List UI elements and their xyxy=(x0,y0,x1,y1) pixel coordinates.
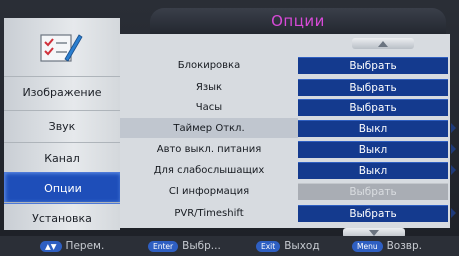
option-row-ci-info: CI информация Выбрать xyxy=(120,181,450,201)
option-row-clock[interactable]: Часы Выбрать xyxy=(120,97,450,117)
option-value: Выбрать xyxy=(298,183,448,200)
hint-label: Выбр... xyxy=(182,240,221,252)
option-label: Язык xyxy=(195,81,223,93)
option-label: Блокировка xyxy=(177,59,241,71)
sidebar-item-label: Изображение xyxy=(22,85,102,99)
option-row-language[interactable]: Язык Выбрать xyxy=(120,77,450,97)
enter-key: Enter xyxy=(148,240,179,252)
option-label: Для слабослышащих xyxy=(153,164,265,176)
chevron-up-icon xyxy=(378,40,388,47)
option-label: PVR/Timeshift xyxy=(174,207,244,219)
menu-key: Menu xyxy=(352,240,383,252)
option-row-auto-power-off[interactable]: Авто выкл. питания Выкл xyxy=(120,139,456,159)
option-value[interactable]: Выкл xyxy=(298,120,448,137)
option-value[interactable]: Выбрать xyxy=(298,205,448,222)
option-label: Таймер Откл. xyxy=(120,118,298,138)
sidebar-item-label: Опции xyxy=(44,181,82,195)
arrow-right-icon xyxy=(451,208,456,218)
option-value[interactable]: Выкл xyxy=(298,162,448,179)
option-row-hearing-impaired[interactable]: Для слабослышащих Выкл xyxy=(120,160,456,180)
sidebar-item-label: Установка xyxy=(32,211,92,225)
options-logo-icon xyxy=(36,28,84,68)
option-row-pvr-timeshift[interactable]: PVR/Timeshift Выбрать xyxy=(120,203,456,223)
arrow-right-icon xyxy=(451,123,456,133)
arrow-right-icon xyxy=(451,165,456,175)
option-row-lock[interactable]: Блокировка Выбрать xyxy=(120,55,450,75)
move-key: ▲▼ xyxy=(40,240,62,252)
exit-key: Exit xyxy=(256,240,281,252)
hint-enter: Enter Выбр... xyxy=(148,240,221,252)
sidebar-item-picture[interactable]: Изображение xyxy=(4,76,120,107)
footer-hints: ▲▼ Перем. Enter Выбр... Exit Выход Menu … xyxy=(0,236,459,256)
sidebar-item-sound[interactable]: Звук xyxy=(4,110,120,141)
option-value[interactable]: Выбрать xyxy=(298,99,448,116)
hint-exit: Exit Выход xyxy=(256,240,320,252)
sidebar-item-label: Канал xyxy=(44,151,80,165)
arrow-right-icon xyxy=(451,144,456,154)
page-title: Опции xyxy=(271,12,325,30)
option-label: Авто выкл. питания xyxy=(156,143,262,155)
option-label: CI информация xyxy=(168,185,250,197)
option-value[interactable]: Выбрать xyxy=(298,57,448,74)
hint-label: Выход xyxy=(284,240,320,252)
sidebar: Изображение Звук Канал Опции Установка xyxy=(4,18,122,233)
hint-menu: Menu Возвр. xyxy=(352,240,422,252)
sidebar-item-options[interactable]: Опции xyxy=(4,172,122,204)
hint-label: Возвр. xyxy=(386,240,422,252)
sidebar-item-channel[interactable]: Канал xyxy=(4,142,120,173)
scroll-up-button[interactable] xyxy=(352,38,414,49)
hint-label: Перем. xyxy=(65,240,105,252)
sidebar-item-label: Звук xyxy=(48,119,76,133)
option-row-sleep-timer[interactable]: Таймер Откл. Выкл xyxy=(120,118,456,138)
option-label: Часы xyxy=(195,101,223,113)
sidebar-item-setup[interactable]: Установка xyxy=(4,202,120,233)
hint-move: ▲▼ Перем. xyxy=(40,240,104,252)
tv-menu-screen: Опции Изображение Звук Канал Опции Устан xyxy=(0,0,459,256)
option-value[interactable]: Выкл xyxy=(298,141,448,158)
title-bar: Опции xyxy=(150,8,446,34)
option-value[interactable]: Выбрать xyxy=(298,79,448,96)
